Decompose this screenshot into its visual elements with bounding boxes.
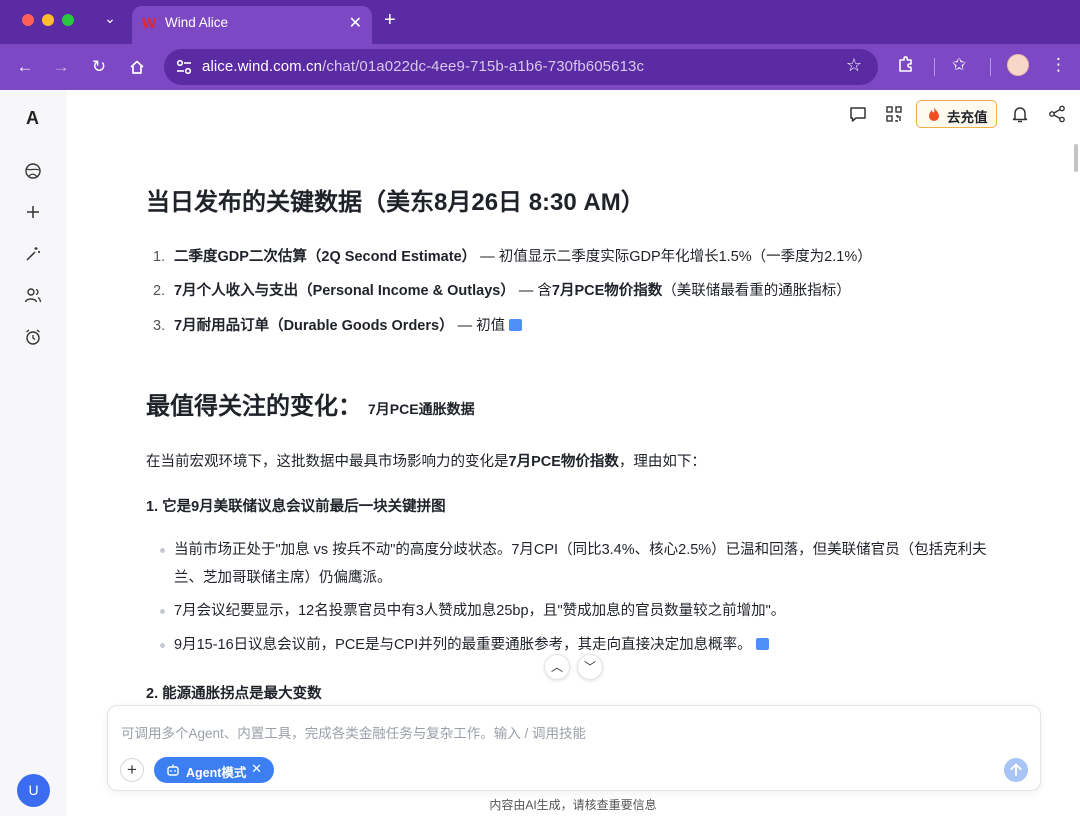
agent-mode-chip[interactable]: Agent模式 ✕ bbox=[154, 757, 274, 783]
attach-plus-button[interactable]: + bbox=[120, 758, 144, 782]
browser-tab-active[interactable]: W Wind Alice ✕ bbox=[132, 6, 372, 44]
extensions-puzzle-icon[interactable] bbox=[897, 55, 915, 78]
page-scrollbar[interactable] bbox=[1074, 144, 1078, 172]
agent-mode-close-icon[interactable]: ✕ bbox=[251, 761, 262, 777]
url-text: alice.wind.com.cn/chat/01a022dc-4ee9-715… bbox=[202, 58, 645, 75]
wind-favicon-icon: W bbox=[142, 15, 157, 32]
browser-tab-bar: ⌄ W Wind Alice ✕ + bbox=[0, 0, 1080, 44]
share-icon[interactable] bbox=[1047, 104, 1067, 124]
send-button[interactable] bbox=[1004, 758, 1028, 782]
users-icon[interactable] bbox=[24, 286, 42, 304]
list-item: 3. 7月耐用品订单（Durable Goods Orders） — 初值 bbox=[146, 314, 523, 335]
message-composer[interactable]: 可调用多个Agent、内置工具，完成各类金融任务与复杂工作。输入 / 调用技能 … bbox=[107, 705, 1041, 791]
citation-marker-icon[interactable] bbox=[509, 319, 523, 331]
plus-icon[interactable] bbox=[24, 203, 42, 221]
intro-paragraph: 在当前宏观环境下，这批数据中最具市场影响力的变化是7月PCE物价指数，理由如下： bbox=[146, 454, 706, 470]
scroll-up-chevron-icon[interactable]: ︿ bbox=[544, 654, 570, 680]
toolbar-divider bbox=[934, 58, 935, 76]
alarm-clock-icon[interactable] bbox=[24, 328, 42, 346]
composer-placeholder[interactable]: 可调用多个Agent、内置工具，完成各类金融任务与复杂工作。输入 / 调用技能 bbox=[121, 722, 586, 742]
bookmark-star-icon[interactable]: ☆ bbox=[846, 55, 862, 76]
new-tab-plus-icon[interactable]: + bbox=[384, 9, 396, 32]
bullet-dot bbox=[160, 609, 165, 614]
chat-bubble-icon[interactable] bbox=[848, 104, 868, 124]
heading-key-data: 当日发布的关键数据（美东8月26日 8:30 AM） bbox=[146, 189, 645, 216]
forward-arrow-icon[interactable]: → bbox=[50, 56, 72, 78]
robot-icon bbox=[167, 764, 179, 776]
magic-wand-icon[interactable] bbox=[24, 245, 42, 263]
qr-code-icon[interactable] bbox=[884, 104, 904, 124]
tab-title: Wind Alice bbox=[165, 15, 229, 30]
heading-key-change: 最值得关注的变化： 7月PCE通胀数据 bbox=[146, 393, 475, 420]
back-arrow-icon[interactable]: ← bbox=[14, 56, 36, 78]
explore-icon[interactable] bbox=[24, 162, 42, 180]
browser-profile-avatar[interactable] bbox=[1007, 54, 1029, 76]
section-heading: 1. 它是9月美联储议息会议前最后一块关键拼图 bbox=[146, 499, 446, 515]
citation-marker-icon[interactable] bbox=[755, 638, 769, 650]
browser-toolbar: ← → ↻ alice.wind.com.cn/chat/01a022dc-4e… bbox=[0, 44, 1080, 90]
section-heading: 2. 能源通胀拐点是最大变数 bbox=[146, 686, 322, 702]
list-item: 2. 7月个人收入与支出（Personal Income & Outlays） —… bbox=[153, 283, 851, 299]
ai-disclaimer: 内容由AI生成，请核查重要信息 bbox=[489, 798, 657, 812]
toolbar-divider bbox=[990, 58, 991, 76]
bullet-item: 当前市场正处于"加息 vs 按兵不动"的高度分歧状态。7月CPI（同比3.4%、… bbox=[174, 542, 987, 586]
browser-menu-kebab-icon[interactable]: ⋮ bbox=[1050, 55, 1067, 75]
close-window-button[interactable] bbox=[22, 14, 34, 26]
brand-logo[interactable]: A bbox=[26, 108, 39, 129]
home-icon[interactable] bbox=[126, 56, 148, 78]
reload-icon[interactable]: ↻ bbox=[88, 56, 110, 78]
maximize-window-button[interactable] bbox=[62, 14, 74, 26]
bullet-dot bbox=[160, 548, 165, 553]
recharge-label: 去充值 bbox=[947, 110, 988, 125]
bullet-dot bbox=[160, 643, 165, 648]
list-item: 1. 二季度GDP二次估算（2Q Second Estimate） — 初值显示二… bbox=[153, 249, 872, 265]
minimize-window-button[interactable] bbox=[42, 14, 54, 26]
app-main: A U 去充值 当日发布的关键数据（美东8月26日 8:30 AM） 1. 二季… bbox=[0, 90, 1080, 816]
send-arrow-icon bbox=[1010, 763, 1022, 776]
reading-list-star-icon[interactable]: ✩ bbox=[952, 55, 966, 75]
agent-mode-label: Agent模式 bbox=[186, 766, 247, 780]
fire-icon bbox=[929, 107, 939, 121]
bullet-item: 7月会议纪要显示，12名投票官员中有3人赞成加息25bp，且"赞成加息的官员数量… bbox=[174, 603, 786, 619]
tab-search-chevron-icon[interactable]: ⌄ bbox=[100, 10, 120, 27]
address-bar[interactable]: alice.wind.com.cn/chat/01a022dc-4ee9-715… bbox=[164, 49, 878, 85]
site-settings-icon[interactable] bbox=[174, 57, 194, 77]
recharge-button[interactable]: 去充值 bbox=[916, 100, 997, 128]
tab-close-icon[interactable]: ✕ bbox=[349, 13, 362, 33]
bell-icon[interactable] bbox=[1010, 104, 1030, 124]
sidebar: A U bbox=[0, 90, 67, 816]
scroll-down-chevron-icon[interactable]: ﹀ bbox=[577, 654, 603, 680]
